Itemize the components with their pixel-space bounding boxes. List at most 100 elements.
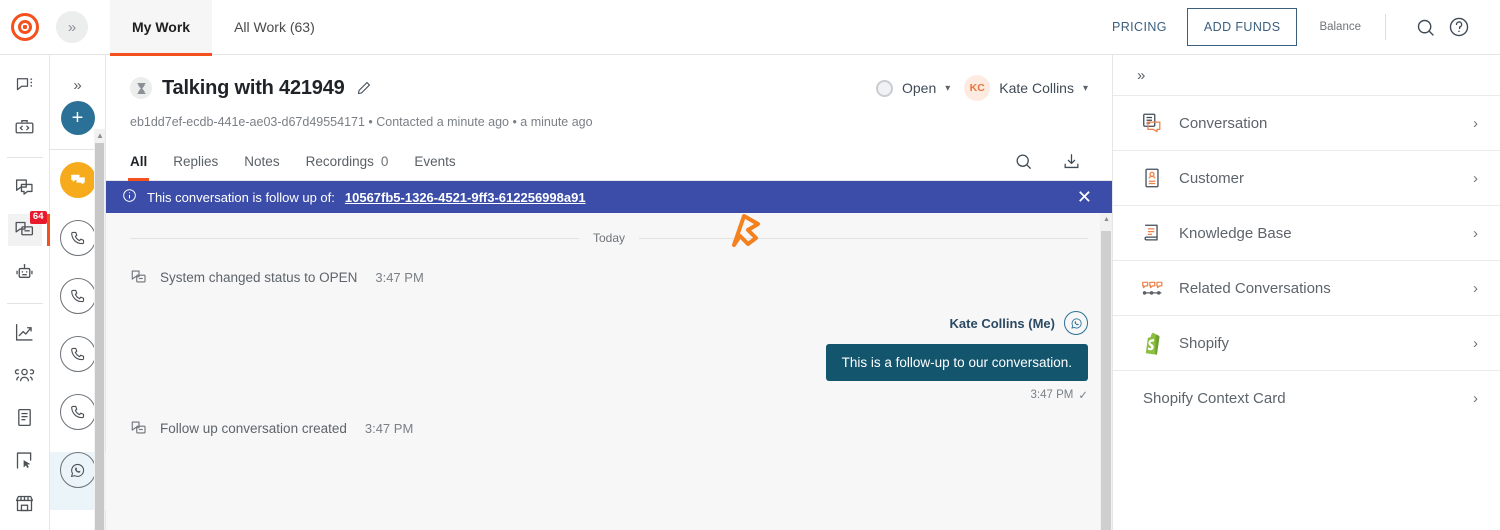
tab-notes-label: Notes	[244, 154, 280, 169]
day-label: Today	[592, 231, 626, 245]
chevron-right-icon: ›	[1473, 224, 1478, 242]
chevron-down-icon: ▾	[1082, 82, 1088, 94]
balance-label: Balance	[1319, 21, 1361, 33]
context-row-label: Shopify Context Card	[1143, 389, 1286, 407]
assignee-dropdown[interactable]: KC Kate Collins ▾	[964, 75, 1088, 101]
status-dropdown[interactable]: Open ▾	[875, 79, 950, 97]
context-panel: » Conversation › Customer › Knowledge Ba…	[1112, 55, 1500, 530]
context-row-label: Knowledge Base	[1179, 224, 1292, 242]
tab-notes[interactable]: Notes	[244, 143, 279, 181]
tab-events-label: Events	[414, 154, 456, 169]
chat-more-icon[interactable]	[8, 69, 42, 101]
app-logo-dot	[23, 25, 27, 29]
rail-divider	[6, 157, 43, 159]
developer-toolbox-icon[interactable]	[8, 112, 42, 144]
system-event-time: 3:47 PM	[364, 420, 414, 436]
close-icon[interactable]: ✕	[1077, 188, 1096, 206]
download-transcript-icon[interactable]	[1054, 145, 1088, 179]
context-row-shopify-context-card[interactable]: Shopify Context Card ›	[1113, 370, 1500, 425]
top-bar: » My Work All Work (63) PRICING ADD FUND…	[0, 0, 1500, 56]
avatar: KC	[964, 75, 991, 101]
tab-replies[interactable]: Replies	[173, 143, 218, 181]
shopify-icon	[1139, 332, 1165, 355]
knowledge-icon[interactable]	[8, 402, 42, 434]
day-separator: Today	[130, 213, 1088, 255]
thread-scrollbar[interactable]: ▲	[1100, 213, 1112, 530]
thread-scroll-thumb[interactable]	[1101, 231, 1111, 530]
contacts-icon[interactable]	[8, 359, 42, 391]
channel-rail: » + ▲	[49, 55, 106, 530]
tab-recordings-count: 0	[380, 154, 389, 169]
context-row-related-conversations[interactable]: Related Conversations ›	[1113, 260, 1500, 315]
storefront-icon[interactable]	[8, 487, 42, 519]
whatsapp-channel-icon[interactable]	[59, 452, 96, 488]
system-event-text: Follow up conversation created	[160, 420, 347, 436]
voice-channel-icon[interactable]	[59, 336, 96, 372]
tab-my-work[interactable]: My Work	[110, 0, 213, 56]
copy-conversation-icon[interactable]	[8, 171, 42, 203]
context-row-conversation[interactable]: Conversation ›	[1113, 95, 1500, 150]
follow-up-banner: This conversation is follow up of: 10567…	[106, 181, 1112, 213]
bot-icon[interactable]	[8, 257, 42, 289]
new-conversation-button[interactable]: +	[60, 101, 95, 135]
analytics-icon[interactable]	[8, 316, 42, 348]
search-conversation-icon[interactable]	[1006, 145, 1040, 179]
pricing-link[interactable]: PRICING	[1112, 20, 1167, 34]
conversation-card-icon	[1139, 112, 1165, 134]
context-row-knowledge-base[interactable]: Knowledge Base ›	[1113, 205, 1500, 260]
scroll-up-arrow-icon[interactable]: ▲	[1103, 216, 1110, 223]
outgoing-message: Kate Collins (Me) This is a follow-up to…	[130, 299, 1088, 406]
tab-recordings-label: Recordings	[305, 154, 374, 169]
voice-channel-icon[interactable]	[59, 394, 96, 430]
message-time-label: 3:47 PM	[1030, 389, 1074, 401]
logo-container[interactable]	[0, 13, 50, 41]
top-tabs: My Work All Work (63)	[110, 0, 337, 56]
context-row-shopify[interactable]: Shopify ›	[1113, 315, 1500, 370]
follow-up-conversation-link[interactable]: 10567fb5-1326-4521-9ff3-612256998a91	[345, 190, 586, 205]
balance-display: Balance	[1319, 21, 1361, 33]
app-logo-icon	[11, 13, 39, 41]
chevron-right-icon: ›	[1473, 334, 1478, 352]
chevron-right-icon: ›	[1473, 169, 1478, 187]
chevron-right-icon: ›	[1473, 279, 1478, 297]
tab-events[interactable]: Events	[414, 143, 455, 181]
top-bar-actions: PRICING ADD FUNDS Balance	[1112, 8, 1500, 46]
tab-all-work[interactable]: All Work (63)	[212, 0, 337, 55]
chevron-right-icon: ›	[1473, 389, 1478, 407]
tab-all[interactable]: All	[127, 143, 150, 181]
app-root: » My Work All Work (63) PRICING ADD FUND…	[0, 0, 1500, 530]
sidebar-expand-button[interactable]: »	[56, 11, 88, 43]
messages-channel-icon[interactable]	[59, 162, 96, 198]
knowledge-base-icon	[1139, 222, 1165, 244]
app-logo-inner	[18, 20, 32, 34]
system-event-icon	[130, 268, 148, 286]
rail-divider-2	[6, 302, 43, 304]
info-icon	[122, 188, 137, 206]
channel-rail-expand-button[interactable]: »	[73, 77, 81, 94]
channel-rail-scrollbar[interactable]: ▲	[94, 129, 105, 530]
flow-builder-icon[interactable]	[8, 445, 42, 477]
conversation-header-actions: Open ▾ KC Kate Collins ▾	[875, 75, 1088, 101]
status-label: Open	[901, 80, 937, 96]
pencil-icon[interactable]	[356, 80, 372, 96]
scroll-up-arrow-icon[interactable]: ▲	[96, 131, 104, 140]
context-row-customer[interactable]: Customer ›	[1113, 150, 1500, 205]
plus-icon: +	[71, 106, 84, 129]
voice-channel-icon[interactable]	[59, 278, 96, 314]
chevron-double-right-icon: »	[73, 77, 82, 94]
message-bubble: This is a follow-up to our conversation.	[825, 344, 1088, 381]
status-badge-icon	[875, 79, 893, 97]
tab-recordings[interactable]: Recordings 0	[306, 143, 389, 181]
conversation-header: Talking with 421949 Open ▾ KC Kate Colli…	[106, 55, 1112, 101]
search-icon[interactable]	[1408, 10, 1442, 44]
channel-rail-scroll-thumb[interactable]	[95, 143, 104, 530]
help-icon[interactable]	[1442, 10, 1476, 44]
voice-channel-icon[interactable]	[59, 220, 96, 256]
day-separator-line	[130, 237, 579, 239]
whatsapp-icon	[1064, 311, 1088, 335]
add-funds-button[interactable]: ADD FUNDS	[1186, 8, 1298, 46]
message-meta: Kate Collins (Me)	[950, 311, 1088, 335]
context-panel-expand-button[interactable]: »	[1137, 67, 1145, 84]
assigned-conversations-icon[interactable]: 64	[7, 211, 50, 246]
app-body: 64 » + ▲ Talking with 421949 Open ▾ KC K…	[0, 55, 1500, 530]
